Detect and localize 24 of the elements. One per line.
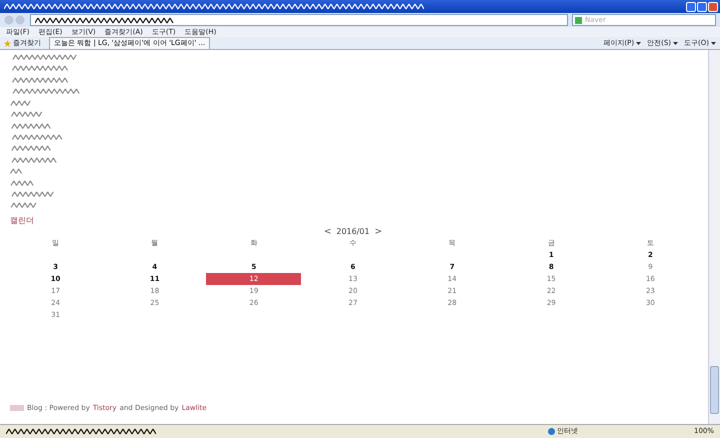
blurred-blog-name — [10, 405, 24, 411]
illegible-sidebar-link — [10, 180, 36, 186]
illegible-sidebar-link — [10, 202, 38, 209]
search-engine-icon — [575, 16, 582, 24]
illegible-sidebar-link — [10, 111, 44, 118]
caret-icon — [636, 42, 642, 44]
maximize-button[interactable] — [697, 2, 707, 12]
month-label: 2016/01 — [336, 227, 370, 236]
illegible-sidebar-link — [10, 100, 32, 106]
illegible-sidebar-link — [10, 122, 52, 129]
star-icon — [4, 40, 11, 46]
illegible-sidebar-link — [10, 168, 22, 175]
illegible-sidebar-link — [10, 145, 54, 152]
caret-icon — [711, 42, 716, 44]
minimize-button[interactable] — [686, 2, 696, 12]
address-field[interactable] — [30, 14, 568, 26]
previous-month-link[interactable]: < — [324, 226, 332, 236]
caret-icon — [673, 42, 678, 44]
calendar-heading: 캘린더 — [10, 215, 35, 226]
scrollbar[interactable] — [708, 50, 720, 424]
next-month-link[interactable]: > — [374, 226, 382, 236]
illegible-sidebar-link — [10, 191, 56, 198]
close-button[interactable] — [708, 2, 718, 12]
illegible-sidebar-link — [10, 65, 70, 72]
